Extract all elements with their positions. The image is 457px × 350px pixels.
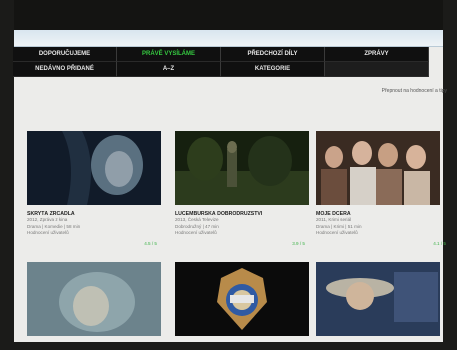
main-navigation: Doporučujeme Právě vysíláme Předchozí dí… bbox=[13, 47, 429, 77]
video-meta-line: Hodnocení uživatelů bbox=[27, 230, 69, 235]
video-thumbnail[interactable] bbox=[27, 131, 161, 205]
video-card[interactable]: Moje dcera 2011, Krimi seriál Drama | Kr… bbox=[316, 131, 450, 246]
nav-now-playing[interactable]: Právě vysíláme bbox=[117, 47, 221, 62]
video-thumbnail[interactable] bbox=[316, 131, 450, 205]
nav-previous-episodes[interactable]: Předchozí díly bbox=[221, 47, 325, 62]
video-rating: 4.5 / 5 bbox=[144, 241, 157, 246]
nav-search-field[interactable] bbox=[325, 62, 429, 77]
video-card[interactable]: Skrytá zrcadla 2012, Zpráva z kina Drama… bbox=[27, 131, 161, 246]
nav-news[interactable]: Zprávy bbox=[325, 47, 429, 62]
nav-recently-added[interactable]: Nedávno přidané bbox=[13, 62, 117, 77]
video-rating: 4.1 / 5 bbox=[433, 241, 446, 246]
video-card[interactable]: Lucemburská dobrodružství 2013, Česká Te… bbox=[175, 131, 309, 246]
monitor-bezel-bottom bbox=[0, 342, 457, 350]
browser-top-strip bbox=[14, 30, 443, 47]
video-thumbnail[interactable] bbox=[175, 131, 309, 205]
video-thumbnail[interactable] bbox=[175, 262, 309, 336]
nav-categories[interactable]: Kategorie bbox=[221, 62, 325, 77]
sort-toggle-link[interactable]: Přepnout na hodnocení a tipy bbox=[382, 88, 447, 94]
video-rating: 3.9 / 5 bbox=[292, 241, 305, 246]
nav-a-z[interactable]: A–Z bbox=[117, 62, 221, 77]
video-meta-line: Hodnocení uživatelů bbox=[175, 230, 217, 235]
video-thumbnail[interactable] bbox=[27, 262, 161, 336]
video-thumbnail[interactable] bbox=[316, 262, 440, 336]
nav-recommended[interactable]: Doporučujeme bbox=[13, 47, 117, 62]
video-meta-line: Hodnocení uživatelů bbox=[316, 230, 358, 235]
monitor-bezel-left bbox=[0, 0, 14, 350]
monitor-bezel-top bbox=[0, 0, 457, 30]
